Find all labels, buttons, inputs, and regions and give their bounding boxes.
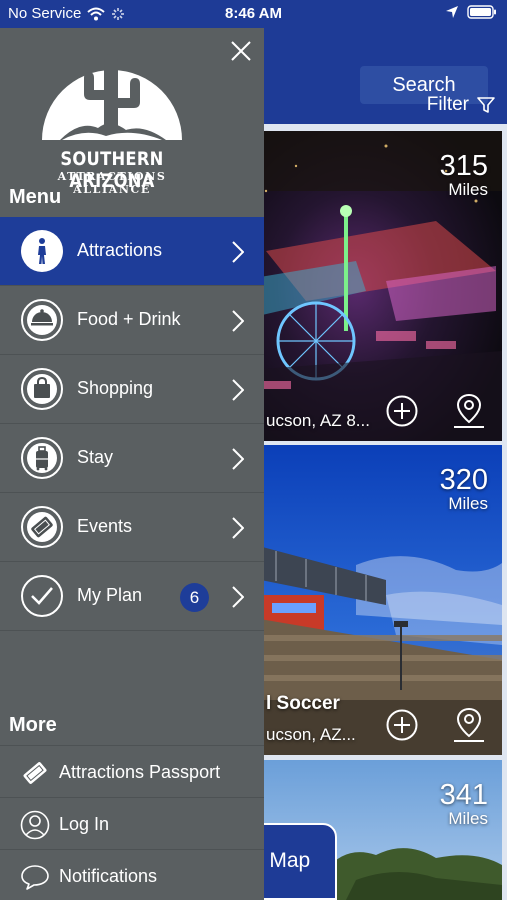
menu-item-shopping[interactable]: Shopping [0, 355, 264, 424]
distance-badge: 315 Miles [440, 151, 488, 199]
list-item[interactable]: 320 Miles l Soccer ucson, AZ... [236, 445, 502, 755]
more-item-attractions-passport[interactable]: Attractions Passport [0, 745, 264, 797]
status-bar: No Service 8:46 AM [0, 0, 507, 28]
desert-sun-cactus-logo-icon [42, 54, 182, 140]
menu-item-my-plan[interactable]: My Plan 6 [0, 562, 264, 631]
add-to-plan-icon[interactable] [386, 395, 418, 427]
menu-item-label: Food + Drink [77, 309, 181, 329]
menu-item-label: Attractions [77, 240, 163, 260]
more-item-label: Log In [59, 814, 110, 834]
more-item-label: Attractions Passport [59, 762, 221, 782]
walking-person-icon [21, 230, 63, 272]
user-icon [20, 810, 50, 840]
menu-item-label: Shopping [77, 378, 154, 398]
menu-item-label: My Plan [77, 585, 143, 605]
distance-unit: Miles [448, 180, 488, 199]
close-icon[interactable] [230, 40, 252, 62]
distance-unit: Miles [448, 809, 488, 828]
more-item-log-in[interactable]: Log In [0, 797, 264, 849]
list-item[interactable]: 315 Miles ucson, AZ 8... [236, 131, 502, 441]
more-item-notifications[interactable]: Notifications [0, 849, 264, 900]
chat-bubble-icon [21, 865, 49, 890]
chevron-right-icon [232, 517, 244, 539]
chevron-right-icon [232, 379, 244, 401]
menu-item-label: Stay [77, 447, 114, 467]
ticket-icon [21, 506, 63, 548]
food-cloche-icon [21, 299, 63, 341]
distance-badge: 320 Miles [440, 465, 488, 513]
shopping-bag-icon [21, 368, 63, 410]
card-title: l Soccer [266, 693, 340, 714]
distance-value: 315 [439, 150, 488, 182]
card-address: ucson, AZ 8... [266, 411, 370, 430]
location-arrow-icon [446, 6, 458, 18]
chevron-right-icon [232, 241, 244, 263]
map-pin-icon[interactable] [452, 707, 486, 743]
more-item-label: Notifications [59, 866, 158, 886]
filter-button[interactable]: Filter [427, 94, 495, 116]
check-circle-icon [21, 575, 63, 617]
filter-label: Filter [426, 94, 469, 115]
distance-badge: 341 Miles [440, 780, 488, 828]
menu-item-stay[interactable]: Stay [0, 424, 264, 493]
status-right [445, 5, 497, 19]
menu-item-events[interactable]: Events [0, 493, 264, 562]
clock: 8:46 AM [225, 5, 282, 22]
menu-item-food-drink[interactable]: Food + Drink [0, 286, 264, 355]
plan-count-badge: 6 [180, 583, 209, 612]
distance-value: 320 [439, 464, 488, 496]
card-address: ucson, AZ... [266, 725, 356, 744]
menu-heading: Menu [9, 186, 62, 208]
more-heading: More [9, 714, 57, 736]
chevron-right-icon [232, 310, 244, 332]
distance-value: 341 [439, 779, 488, 811]
app-screen: No Service 8:46 AM Search Filter 315 Mil… [0, 0, 507, 900]
battery-icon [467, 5, 496, 19]
passport-ticket-icon [23, 762, 47, 784]
chevron-right-icon [232, 448, 244, 470]
add-to-plan-icon[interactable] [386, 709, 418, 741]
distance-unit: Miles [448, 494, 488, 513]
menu-item-attractions[interactable]: Attractions [0, 217, 264, 286]
chevron-right-icon [232, 586, 244, 608]
menu-item-label: Events [77, 516, 133, 536]
map-pin-icon[interactable] [452, 393, 486, 429]
side-drawer: SOUTHERN ARIZONA ATTRACTIONS ALLIANCE Me… [0, 28, 264, 900]
luggage-icon [21, 437, 63, 479]
alliance-logo: SOUTHERN ARIZONA ATTRACTIONS ALLIANCE [24, 48, 200, 196]
filter-funnel-icon [477, 97, 495, 113]
